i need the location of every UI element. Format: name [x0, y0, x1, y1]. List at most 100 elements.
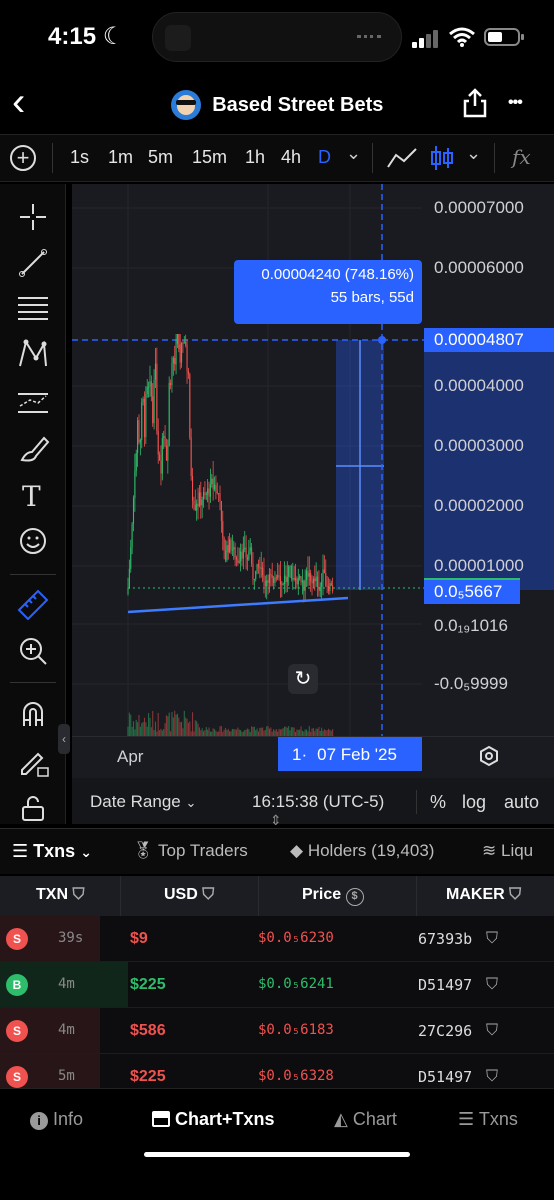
- candle-body: [278, 575, 280, 577]
- volume-bar: [148, 713, 150, 736]
- candle-body: [135, 453, 137, 471]
- price-chart[interactable]: 0.00004240 (748.16%) 55 bars, 55d 0.0000…: [72, 184, 554, 776]
- tab-txns[interactable]: ☰ Txns ⌄: [12, 841, 92, 862]
- candle-body: [242, 549, 244, 559]
- volume-bar: [150, 727, 152, 736]
- diamond-icon: ◆: [290, 841, 304, 860]
- measure-tooltip: 0.00004240 (748.16%) 55 bars, 55d: [234, 260, 422, 324]
- candle-body: [284, 575, 286, 584]
- chart-settings-icon[interactable]: [478, 745, 500, 767]
- candle-body: [150, 381, 152, 397]
- tab-top-traders[interactable]: 🏅︎ Top Traders: [132, 841, 248, 861]
- filter-icon[interactable]: ⛉: [486, 1068, 498, 1086]
- brush-icon[interactable]: [18, 434, 50, 464]
- y-tick-label: 0.00006000: [434, 258, 524, 277]
- candle-body: [205, 493, 207, 495]
- volume-bar: [160, 728, 162, 736]
- candle-body: [160, 460, 162, 474]
- nav-txns[interactable]: ☰ Txns: [458, 1109, 518, 1130]
- timeframe-4h[interactable]: 4h: [281, 147, 301, 168]
- timeframe-1s[interactable]: 1s: [70, 147, 89, 168]
- price-tag-high: 0.00004807: [424, 328, 554, 352]
- pattern-icon[interactable]: [16, 338, 50, 370]
- candle-body: [248, 551, 250, 560]
- line-chart-type-icon[interactable]: [386, 147, 418, 169]
- trend-line-icon[interactable]: [18, 248, 48, 278]
- fx-indicators-button[interactable]: fx: [512, 145, 531, 169]
- candle-body: [311, 581, 313, 584]
- column-header-price[interactable]: Price $: [302, 886, 364, 906]
- support-trend-line: [127, 596, 349, 614]
- nav-bar: ‹ Based Street Bets •••: [0, 80, 554, 130]
- candle-body: [237, 559, 239, 563]
- add-indicator-button[interactable]: +: [10, 145, 36, 171]
- filter-icon[interactable]: ⛉: [486, 976, 498, 994]
- volume-bar: [224, 727, 227, 736]
- table-row[interactable]: B 4m $225 $0.0₅6241 D51497 ⛉: [0, 962, 554, 1008]
- emoji-icon[interactable]: [18, 526, 48, 556]
- filter-icon: ⛉: [509, 886, 522, 903]
- divider: [10, 682, 56, 683]
- nav-chart[interactable]: ◭ Chart: [334, 1109, 397, 1130]
- y-tick-label: 0.00004000: [434, 376, 524, 395]
- volume-bar: [141, 723, 143, 736]
- tab-holders[interactable]: ◆ Holders (19,403): [290, 841, 434, 861]
- text-tool-icon[interactable]: T: [22, 480, 41, 513]
- txn-maker: D51497: [418, 1068, 473, 1086]
- filter-icon: ⛉: [202, 886, 215, 903]
- zoom-in-icon[interactable]: [18, 636, 48, 666]
- column-header-txn[interactable]: TXN ⛉: [36, 886, 84, 904]
- timeframe-5m[interactable]: 5m: [148, 147, 173, 168]
- sidebar-collapse-handle[interactable]: ‹: [58, 724, 70, 754]
- filter-icon[interactable]: ⛉: [486, 930, 498, 948]
- column-header-maker[interactable]: MAKER ⛉: [446, 886, 521, 904]
- timeframe-dropdown[interactable]: ⌄: [346, 143, 361, 164]
- magnet-icon[interactable]: [18, 698, 48, 728]
- volume-bar: [134, 729, 136, 736]
- candle-body: [190, 437, 192, 477]
- timeframe-1h[interactable]: 1h: [245, 147, 265, 168]
- txn-type-badge: B: [6, 974, 28, 996]
- candle-body: [152, 396, 154, 424]
- timeframe-1m[interactable]: 1m: [108, 147, 133, 168]
- timeframe-d-active[interactable]: D: [318, 147, 331, 168]
- forecast-icon[interactable]: [16, 388, 50, 418]
- unlock-icon[interactable]: [20, 794, 46, 822]
- chart-type-dropdown[interactable]: ⌄: [466, 143, 481, 164]
- fib-lines-icon[interactable]: [16, 294, 50, 324]
- txn-age: 5m: [58, 1068, 75, 1084]
- more-button[interactable]: •••: [508, 94, 523, 112]
- filter-icon[interactable]: ⛉: [486, 1022, 498, 1040]
- tab-liquidity[interactable]: ≋ Liqu: [482, 841, 533, 861]
- ruler-icon[interactable]: [16, 588, 50, 620]
- candle-body: [128, 568, 130, 588]
- candle-body: [327, 586, 330, 592]
- volume-bar: [139, 726, 141, 736]
- volume-bar: [157, 712, 159, 736]
- dollar-circle-icon: $: [345, 888, 364, 906]
- table-row[interactable]: S 4m $586 $0.0₅6183 27C296 ⛉: [0, 1008, 554, 1054]
- divider: [10, 574, 56, 575]
- auto-scale-button[interactable]: auto: [504, 792, 539, 813]
- txn-type-badge: S: [6, 1020, 28, 1042]
- share-button[interactable]: [462, 88, 488, 118]
- volume-bar: [231, 728, 233, 736]
- crosshair-icon[interactable]: [18, 202, 48, 232]
- x-date-prefix: 1·: [292, 745, 308, 764]
- y-axis-highlight: [424, 328, 554, 590]
- timeframe-15m[interactable]: 15m: [192, 147, 227, 168]
- measure-tooltip-bars: 55 bars, 55d: [330, 289, 414, 306]
- nav-chart-txns[interactable]: Chart+Txns: [152, 1109, 275, 1130]
- candlestick-icon[interactable]: [430, 145, 454, 171]
- table-row[interactable]: S 39s $9 $0.0₅6230 67393b ⛉: [0, 916, 554, 962]
- date-range-dropdown[interactable]: Date Range ⌄: [90, 792, 196, 812]
- resize-handle[interactable]: ⇕: [270, 812, 282, 829]
- volume-bar: [182, 728, 184, 736]
- nav-info[interactable]: i Info: [30, 1109, 83, 1130]
- reset-chart-button[interactable]: ↻: [288, 664, 318, 694]
- pencil-lock-icon[interactable]: [18, 746, 50, 778]
- log-scale-button[interactable]: log: [462, 792, 486, 813]
- column-header-usd[interactable]: USD ⛉: [164, 886, 214, 904]
- percent-scale-button[interactable]: %: [430, 792, 446, 813]
- volume-bar: [142, 722, 144, 736]
